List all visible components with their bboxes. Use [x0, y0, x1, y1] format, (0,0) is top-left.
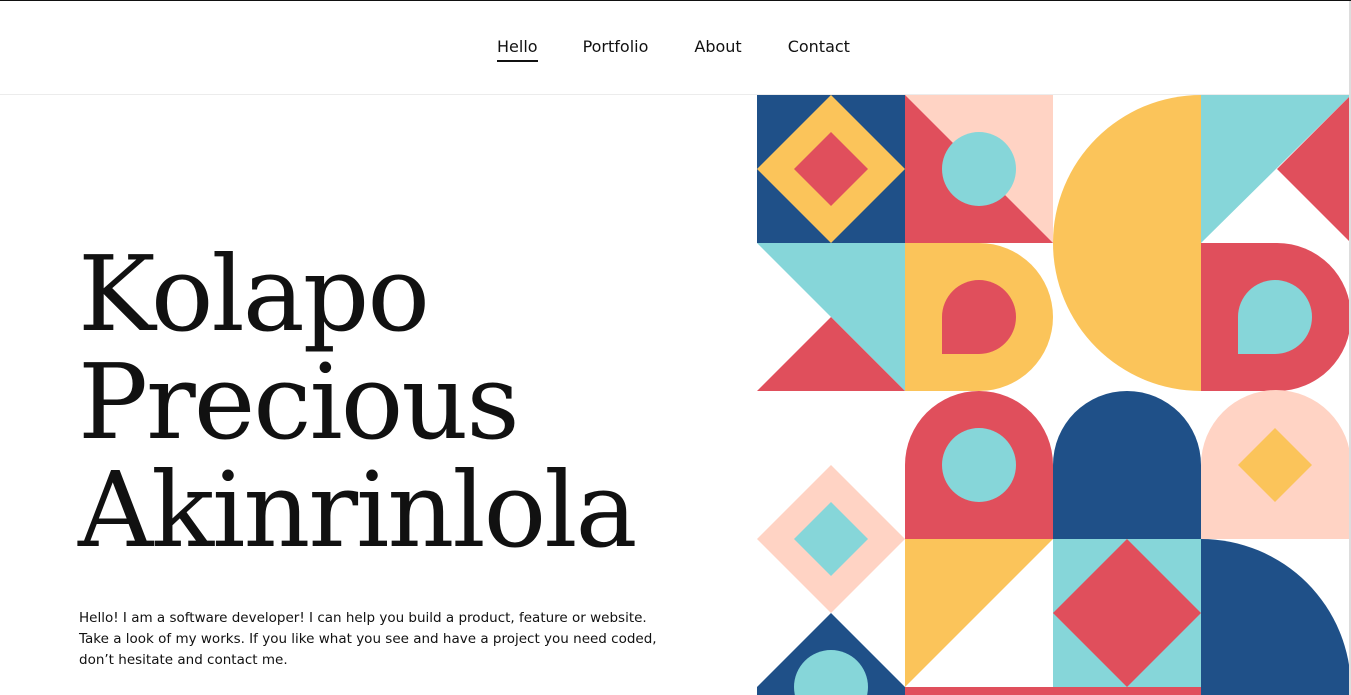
tile-navy-bottom: [757, 613, 905, 695]
hero-name-middle: Precious: [78, 341, 520, 463]
tile-yellow-half-circle: [1053, 95, 1201, 391]
geometric-pattern-svg: [757, 95, 1351, 695]
tile-red-strip: [905, 687, 1201, 695]
hero-intro-line: Hello! I am a software developer! I can …: [79, 610, 647, 626]
tile-teal-red-diamond-large: [1053, 539, 1201, 687]
tile-red-drop: [1201, 243, 1351, 391]
nav-link-hello[interactable]: Hello: [497, 37, 538, 62]
tile-diamond-navy: [757, 95, 905, 243]
hero-name-heading: Kolapo Precious Akinrinlola: [78, 240, 738, 564]
main-nav: Hello Portfolio About Contact: [497, 37, 850, 62]
hero-intro-line: Take a look of my works. If you like wha…: [79, 631, 657, 647]
nav-link-portfolio[interactable]: Portfolio: [583, 37, 649, 62]
nav-link-about[interactable]: About: [694, 37, 741, 62]
tile-yellow-drop: [905, 243, 1053, 391]
tile-peach-diamond: [757, 391, 905, 613]
hero-name-last: Akinrinlola: [78, 449, 637, 571]
nav-link-contact[interactable]: Contact: [788, 37, 850, 62]
tile-navy-quarter: [1201, 539, 1351, 695]
tile-red-arch-circle: [905, 391, 1053, 539]
top-navbar: Hello Portfolio About Contact: [0, 1, 1351, 95]
hero-name-first: Kolapo: [78, 233, 430, 355]
tile-teal-triangles: [1201, 95, 1351, 243]
tile-yellow-triangle: [905, 539, 1053, 695]
tile-peach-triangle-circle: [905, 95, 1053, 243]
hero-intro-line: don’t hesitate and contact me.: [79, 652, 288, 668]
tile-navy-arch: [1053, 391, 1201, 539]
hero-intro-text: Hello! I am a software developer! I can …: [79, 608, 679, 671]
tile-peach-arch-diamond: [1201, 390, 1351, 539]
geometric-pattern-artwork: [757, 95, 1351, 695]
